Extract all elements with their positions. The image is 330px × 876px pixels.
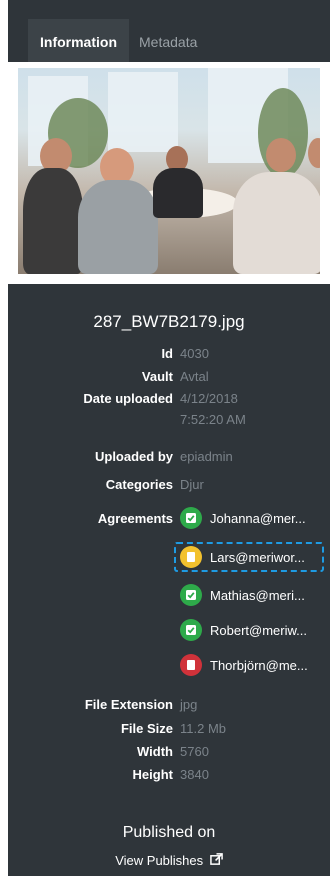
file-extension-value: jpg: [180, 697, 198, 712]
file-size-value: 11.2 Mb: [180, 721, 227, 736]
approved-icon: [180, 619, 202, 641]
view-publishes-label: View Publishes: [115, 853, 204, 868]
id-value: 4030: [180, 346, 209, 361]
agreement-item[interactable]: Robert@meriw...: [180, 617, 330, 643]
agreement-item[interactable]: Johanna@mer...: [180, 505, 330, 531]
preview-area: [8, 62, 330, 284]
id-label: Id: [161, 346, 173, 361]
categories-value: Djur: [180, 477, 204, 492]
date-uploaded-value: 4/12/2018 7:52:20 AM: [180, 391, 246, 427]
agreement-item[interactable]: Mathias@meri...: [180, 582, 330, 608]
agreement-item[interactable]: Thorbjörn@me...: [180, 652, 330, 678]
view-publishes-link[interactable]: View Publishes: [8, 853, 330, 868]
height-label: Height: [132, 767, 173, 782]
external-link-icon: [209, 853, 223, 865]
tab-information[interactable]: Information: [28, 19, 129, 62]
agreement-name: Robert@meriw...: [210, 622, 307, 638]
date-uploaded-label: Date uploaded: [83, 391, 173, 406]
tab-bar: Information Metadata: [8, 0, 330, 62]
file-extension-label: File Extension: [84, 697, 173, 712]
agreement-name: Johanna@mer...: [210, 510, 306, 526]
uploaded-by-label: Uploaded by: [94, 449, 173, 464]
uploaded-by-value: epiadmin: [180, 449, 233, 464]
image-preview[interactable]: [18, 68, 320, 274]
rejected-icon: [180, 654, 202, 676]
file-size-label: File Size: [120, 721, 173, 736]
vault-value: Avtal: [180, 369, 209, 384]
agreements-label: Agreements: [97, 511, 173, 526]
vault-label: Vault: [141, 369, 173, 384]
agreement-name: Thorbjörn@me...: [210, 657, 308, 673]
tab-metadata[interactable]: Metadata: [129, 19, 207, 62]
agreement-name: Mathias@meri...: [210, 587, 305, 603]
info-panel: 287_BW7B2179.jpg Id 4030 Vault Avtal Dat…: [8, 284, 330, 876]
width-label: Width: [137, 744, 173, 759]
approved-icon: [180, 507, 202, 529]
tabs: Information Metadata: [28, 19, 207, 62]
width-value: 5760: [180, 744, 209, 759]
published-on-title: Published on: [122, 824, 216, 841]
height-value: 3840: [180, 767, 209, 782]
selection-outline: [174, 542, 324, 572]
approved-icon: [180, 584, 202, 606]
file-name: 287_BW7B2179.jpg: [93, 312, 245, 331]
categories-label: Categories: [105, 477, 173, 492]
